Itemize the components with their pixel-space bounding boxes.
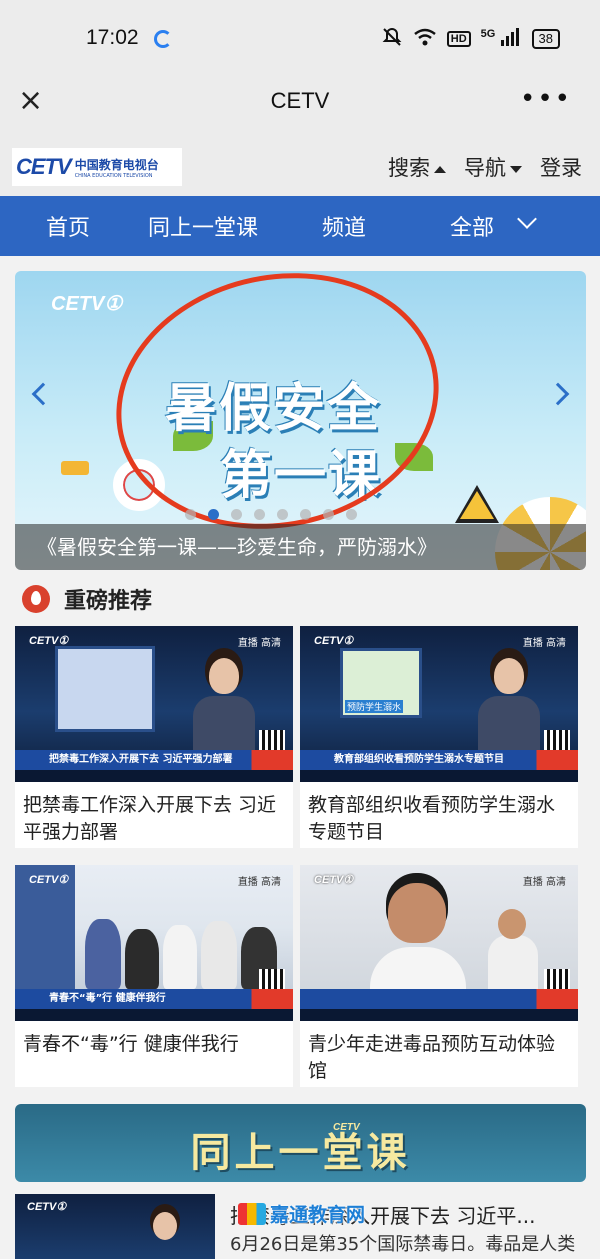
news-anchor bbox=[193, 658, 255, 766]
signal-icon: 5G bbox=[481, 28, 522, 50]
status-icons: HD 5G 38 bbox=[381, 26, 560, 52]
mute-icon bbox=[381, 26, 403, 52]
video-screen: 预防学生溺水 bbox=[340, 648, 422, 718]
section-title: 重磅推荐 bbox=[64, 589, 153, 614]
search-link[interactable]: 搜索 bbox=[388, 152, 446, 182]
warning-sign-icon bbox=[455, 485, 499, 523]
news-card[interactable]: CETV① 直播 高清 青春不“毒”行 健康伴我行 青春不“毒”行 健康伴我行 bbox=[15, 865, 293, 1087]
card-title[interactable]: 青春不“毒”行 健康伴我行 bbox=[15, 1021, 293, 1058]
list-item-desc: 6月26日是第35个国际禁毒日。毒品是人类 bbox=[230, 1234, 576, 1255]
banner-carousel[interactable]: CETV① 暑假安全 第一课 《暑假安全第一课——珍爱生命，严防溺水》 bbox=[15, 271, 586, 570]
nav-same-class[interactable]: 同上一堂课 bbox=[148, 210, 258, 242]
carousel-dot[interactable] bbox=[300, 509, 311, 520]
channel-tag: CETV① bbox=[51, 293, 123, 315]
login-link[interactable]: 登录 bbox=[540, 152, 582, 182]
next-slide-icon[interactable] bbox=[546, 382, 570, 406]
video-screen bbox=[55, 646, 155, 732]
carousel-dot[interactable] bbox=[231, 509, 242, 520]
card-thumbnail[interactable]: CETV① 直播 高清 预防学生溺水 教育部组织收看预防学生溺水专题节目 bbox=[300, 626, 578, 782]
browser-title-bar: × CETV ••• bbox=[0, 76, 600, 136]
news-card[interactable]: CETV① 直播 高清 预防学生溺水 教育部组织收看预防学生溺水专题节目 教育部… bbox=[300, 626, 578, 848]
nav-channel[interactable]: 频道 bbox=[322, 210, 366, 242]
book-icon bbox=[238, 1202, 266, 1225]
wifi-icon bbox=[413, 27, 437, 51]
fire-icon bbox=[22, 585, 50, 613]
loading-icon bbox=[154, 30, 172, 48]
status-time: 17:02 bbox=[86, 26, 139, 49]
page-title: CETV bbox=[270, 88, 330, 113]
carousel-dot[interactable] bbox=[346, 509, 357, 520]
main-nav: 首页 同上一堂课 频道 全部 bbox=[0, 196, 600, 256]
news-card[interactable]: CETV① 直播 高清 把禁毒工作深入开展下去 习近平强力部署 把禁毒工作深入开… bbox=[15, 626, 293, 848]
section-header: 重磅推荐 bbox=[22, 583, 152, 615]
prev-slide-icon[interactable] bbox=[31, 382, 55, 406]
more-options-icon[interactable]: ••• bbox=[520, 84, 572, 114]
chevron-down-icon[interactable] bbox=[517, 209, 537, 229]
carousel-dot[interactable] bbox=[185, 509, 196, 520]
list-thumbnail[interactable]: CETV① bbox=[15, 1194, 215, 1259]
site-nav: 搜索 导航 登录 bbox=[388, 152, 582, 182]
card-thumbnail[interactable]: CETV① 直播 高清 bbox=[300, 865, 578, 1021]
carousel-dot-active[interactable] bbox=[208, 509, 219, 520]
student-figure bbox=[388, 883, 446, 943]
card-title[interactable]: 青少年走进毒品预防互动体验馆 bbox=[300, 1021, 578, 1085]
card-thumbnail[interactable]: CETV① 直播 高清 青春不“毒”行 健康伴我行 bbox=[15, 865, 293, 1021]
banner2-title: 同上一堂课 bbox=[190, 1130, 411, 1176]
carousel-dot[interactable] bbox=[254, 509, 265, 520]
cetv-logo[interactable]: CETV 中国教育电视台 CHINA EDUCATION TELEVISION bbox=[12, 148, 182, 186]
status-bar: 17:02 HD 5G 38 bbox=[0, 0, 600, 76]
card-title[interactable]: 教育部组织收看预防学生溺水专题节目 bbox=[300, 782, 578, 846]
carousel-dot[interactable] bbox=[277, 509, 288, 520]
card-title[interactable]: 把禁毒工作深入开展下去 习近平强力部署 bbox=[15, 782, 293, 846]
banner2-logo: CETV bbox=[333, 1122, 360, 1133]
nav-home[interactable]: 首页 bbox=[46, 210, 90, 242]
carousel-dot[interactable] bbox=[323, 509, 334, 520]
carousel-indicators bbox=[185, 509, 357, 520]
watermark: 嘉通教育网 bbox=[238, 1200, 365, 1227]
hd-badge: HD bbox=[446, 31, 471, 47]
caret-up-icon bbox=[434, 165, 446, 173]
site-header: CETV 中国教育电视台 CHINA EDUCATION TELEVISION … bbox=[0, 136, 600, 196]
news-anchor bbox=[478, 658, 540, 766]
nav-all[interactable]: 全部 bbox=[450, 210, 494, 242]
megaphone-icon bbox=[61, 461, 89, 475]
card-thumbnail[interactable]: CETV① 直播 高清 把禁毒工作深入开展下去 习近平强力部署 bbox=[15, 626, 293, 782]
battery-indicator: 38 bbox=[531, 29, 560, 49]
same-class-banner[interactable]: 同上一堂课 CETV bbox=[15, 1104, 586, 1182]
navigation-link[interactable]: 导航 bbox=[464, 152, 522, 182]
banner-caption[interactable]: 《暑假安全第一课——珍爱生命，严防溺水》 bbox=[37, 531, 437, 560]
caret-down-icon bbox=[510, 165, 522, 173]
news-card[interactable]: CETV① 直播 高清 青少年走进毒品预防互动体验馆 bbox=[300, 865, 578, 1087]
